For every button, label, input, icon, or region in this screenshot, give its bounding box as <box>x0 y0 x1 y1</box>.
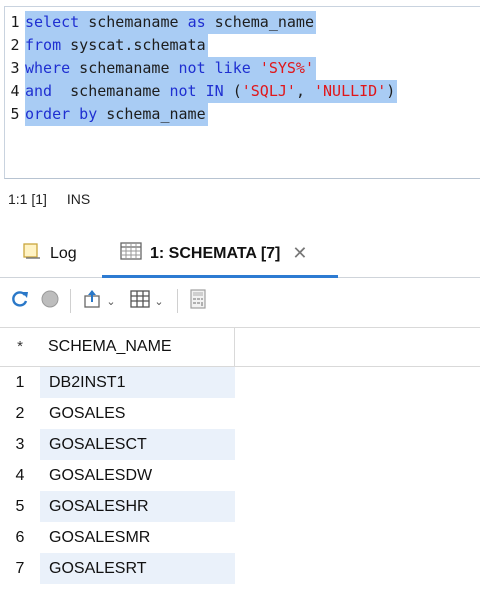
code-line[interactable]: 3 where schemaname not like 'SYS%' <box>5 57 316 80</box>
table-row[interactable]: 4 GOSALESDW <box>0 460 480 491</box>
editor-status-bar: 1:1 [1] INS <box>8 191 106 207</box>
table-row[interactable]: 6 GOSALESMR <box>0 522 480 553</box>
sql-keyword: from <box>25 36 62 54</box>
grid-view-button[interactable]: ⌄ <box>125 286 169 316</box>
toolbar-separator <box>70 289 71 313</box>
schema-name-cell[interactable]: GOSALES <box>40 398 235 429</box>
table-row[interactable]: 7 GOSALESRT <box>0 553 480 584</box>
grid-view-icon <box>130 289 151 313</box>
close-tab-icon[interactable]: ✕ <box>292 243 307 264</box>
sql-string: 'NULLID' <box>314 82 387 100</box>
schema-name-cell[interactable]: GOSALESDW <box>40 460 235 491</box>
code-line[interactable]: 4 and schemaname not IN ('SQLJ', 'NULLID'… <box>5 80 398 103</box>
insert-mode-indicator: INS <box>66 191 91 207</box>
results-grid[interactable]: * SCHEMA_NAME 1 DB2INST1 2 GOSALES 3 GOSALESC… <box>0 327 480 584</box>
selected-code: from syscat.schemata <box>25 34 208 57</box>
table-icon <box>120 242 142 265</box>
sql-text: , <box>295 82 314 100</box>
calculator-icon <box>190 288 206 314</box>
table-row[interactable]: 3 GOSALESCT <box>0 429 480 460</box>
row-number[interactable]: 5 <box>0 491 40 522</box>
selected-code: select schemaname as schema_name <box>25 11 316 34</box>
log-icon <box>22 242 42 265</box>
sql-text: schemaname <box>79 13 188 31</box>
row-number[interactable]: 4 <box>0 460 40 491</box>
column-header-schema-name[interactable]: SCHEMA_NAME <box>40 328 235 366</box>
sql-keyword: and <box>25 82 53 100</box>
table-row[interactable]: 1 DB2INST1 <box>0 367 480 398</box>
row-number[interactable]: 7 <box>0 553 40 584</box>
sql-text: schemaname <box>70 59 179 77</box>
results-toolbar: ⌄ ⌄ <box>0 280 480 322</box>
sql-text: ( <box>223 82 242 100</box>
toolbar-separator <box>177 289 178 313</box>
sql-keyword: as <box>187 13 206 31</box>
line-number: 3 <box>10 59 20 77</box>
schema-name-cell[interactable]: DB2INST1 <box>40 367 235 398</box>
refresh-icon <box>10 289 30 314</box>
tab-log[interactable]: Log <box>22 232 77 275</box>
schema-name-cell[interactable]: GOSALESRT <box>40 553 235 584</box>
line-number: 2 <box>10 36 20 54</box>
sql-text: ) <box>386 82 396 100</box>
selected-code: and schemaname not IN ('SQLJ', 'NULLID') <box>25 80 398 103</box>
selected-code: order by schema_name <box>25 103 208 126</box>
sql-editor[interactable]: 1 select schemaname as schema_name 2 from s… <box>4 6 480 179</box>
code-line[interactable]: 2 from syscat.schemata <box>5 34 208 57</box>
row-number[interactable]: 1 <box>0 367 40 398</box>
sql-text: schemaname <box>52 82 170 100</box>
grid-header-row: * SCHEMA_NAME <box>0 327 480 367</box>
export-icon <box>82 289 102 314</box>
schema-name-cell[interactable]: GOSALESMR <box>40 522 235 553</box>
code-line[interactable]: 1 select schemaname as schema_name <box>5 11 316 34</box>
sql-keyword: where <box>25 59 71 77</box>
chevron-down-icon: ⌄ <box>106 295 116 308</box>
result-tab-bar: Log 1: SCHEMATA [7] ✕ <box>0 232 480 278</box>
row-number[interactable]: 6 <box>0 522 40 553</box>
tab-log-label: Log <box>50 244 77 262</box>
sql-keyword: select <box>25 13 80 31</box>
sql-text: syscat.schemata <box>61 36 206 54</box>
sql-text: schema_name <box>205 13 314 31</box>
sql-string: 'SQLJ' <box>241 82 296 100</box>
table-row[interactable]: 2 GOSALES <box>0 398 480 429</box>
sql-keyword: not like <box>178 59 251 77</box>
sql-text: schema_name <box>97 105 206 123</box>
chevron-down-icon: ⌄ <box>154 295 164 308</box>
tab-schemata-label: 1: SCHEMATA [7] <box>150 244 281 262</box>
table-row[interactable]: 5 GOSALESHR <box>0 491 480 522</box>
stop-icon <box>40 289 60 314</box>
calculator-button[interactable] <box>186 286 210 316</box>
schema-name-cell[interactable]: GOSALESHR <box>40 491 235 522</box>
selected-code: where schemaname not like 'SYS%' <box>25 57 316 80</box>
refresh-button[interactable] <box>8 286 32 316</box>
row-number[interactable]: 3 <box>0 429 40 460</box>
select-all-cell[interactable]: * <box>0 328 40 366</box>
stop-button[interactable] <box>38 286 62 316</box>
tab-schemata-results[interactable]: 1: SCHEMATA [7] ✕ <box>102 232 338 278</box>
sql-keyword: order by <box>25 105 98 123</box>
line-number: 1 <box>10 13 20 31</box>
sql-keyword: not IN <box>169 82 224 100</box>
sql-string: 'SYS%' <box>259 59 314 77</box>
export-button[interactable]: ⌄ <box>79 286 119 316</box>
cursor-position: 1:1 [1] <box>8 191 47 207</box>
row-number[interactable]: 2 <box>0 398 40 429</box>
line-number: 5 <box>10 105 20 123</box>
schema-name-cell[interactable]: GOSALESCT <box>40 429 235 460</box>
code-line[interactable]: 5 order by schema_name <box>5 103 208 126</box>
line-number: 4 <box>10 82 20 100</box>
